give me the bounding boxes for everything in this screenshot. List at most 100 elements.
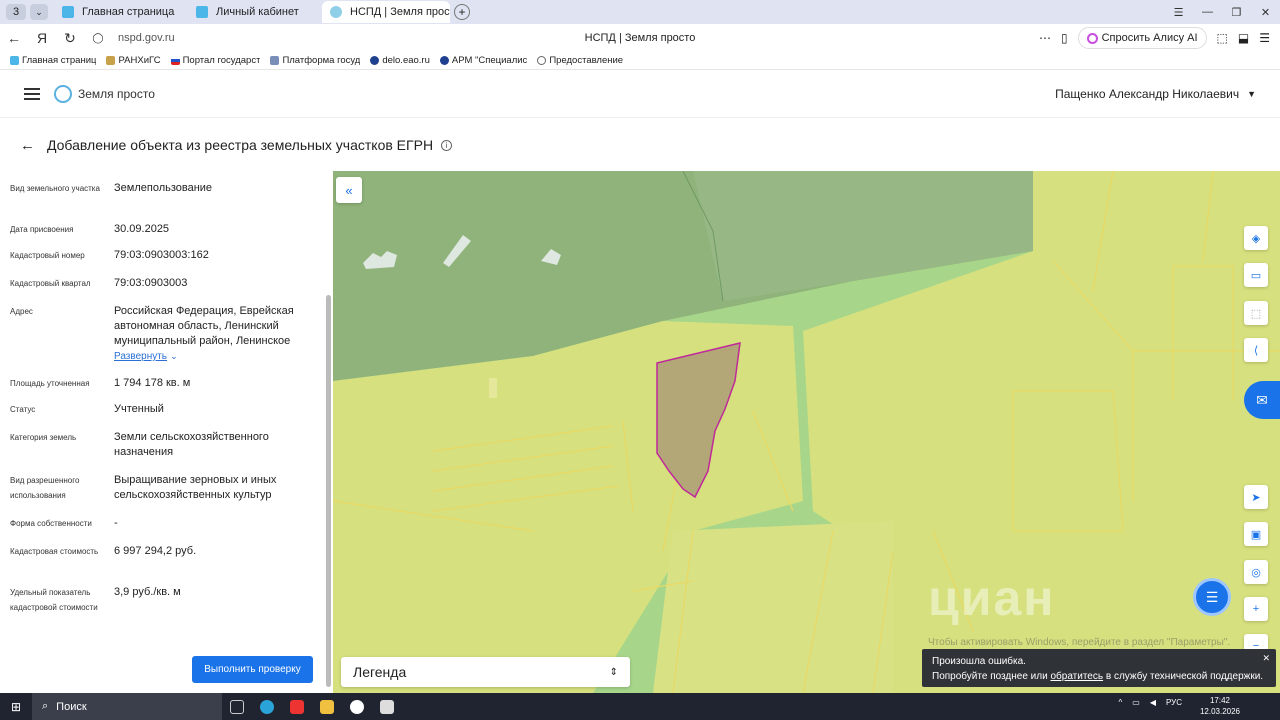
map-view[interactable]: « ◈ ▭ ⬚ ⟨ ✉ ➤ ▣ ◎ + − ☰ циан Чтобы актив… bbox=[333, 171, 1280, 693]
toast-text: Попробуйте позднее или обратитесь в служ… bbox=[932, 669, 1266, 684]
support-link[interactable]: обратитесь bbox=[1050, 671, 1103, 682]
tab-title: НСПД | Земля просто bbox=[350, 6, 450, 18]
tab-counter[interactable]: 3 bbox=[6, 4, 26, 20]
property-value: 3,9 руб./кв. м bbox=[114, 586, 181, 598]
yandex-icon[interactable]: Я bbox=[28, 30, 56, 46]
bookmark-item[interactable]: АРМ "Специалис bbox=[439, 55, 527, 66]
page-title-row: ← Добавление объекта из реестра земельны… bbox=[0, 119, 1280, 171]
windows-taskbar: ⊞ ⌕ Поиск ^ ▭ ◀ РУС 17:42 12.03.2026 bbox=[0, 693, 1280, 720]
address-bar: ← Я ↻ ◯ nspd.gov.ru НСПД | Земля просто … bbox=[0, 24, 1280, 52]
toast-text-before: Попробуйте позднее или bbox=[932, 671, 1051, 682]
support-widget-icon[interactable]: ✉ bbox=[1244, 381, 1280, 419]
tray-chevron-icon[interactable]: ^ bbox=[1118, 698, 1122, 707]
bookmark-icon[interactable]: ▯ bbox=[1061, 31, 1068, 45]
calculator-icon[interactable] bbox=[372, 699, 402, 714]
layers-icon[interactable]: ◈ bbox=[1244, 226, 1268, 250]
bookmark-item[interactable]: Портал государст bbox=[170, 55, 261, 66]
expand-link[interactable]: Развернуть ⌄ bbox=[114, 349, 310, 364]
location-icon[interactable]: ◎ bbox=[1244, 560, 1268, 584]
run-check-button[interactable]: Выполнить проверку bbox=[192, 656, 313, 683]
bookmark-list-icon[interactable]: ☰ bbox=[1164, 6, 1193, 19]
back-arrow-icon[interactable]: ← bbox=[20, 137, 35, 154]
back-icon[interactable]: ← bbox=[0, 30, 28, 46]
taskbar-search[interactable]: ⌕ Поиск bbox=[32, 693, 222, 720]
search-label: Поиск bbox=[56, 700, 87, 713]
bookmark-favicon-icon bbox=[537, 56, 547, 65]
shield-icon[interactable]: ◯ bbox=[84, 33, 112, 44]
picture-in-picture-icon[interactable]: ▣ bbox=[1244, 522, 1268, 546]
downloads-icon[interactable]: ⬓ bbox=[1238, 31, 1249, 45]
yandex-app-icon[interactable] bbox=[282, 699, 312, 714]
bookmark-label: Главная страниц bbox=[22, 55, 97, 66]
bookmarks-bar: Главная страниц РАНХиГС Портал государст… bbox=[0, 52, 1280, 70]
menu-icon[interactable]: ☰ bbox=[1259, 31, 1270, 45]
field-plot bbox=[489, 378, 497, 398]
hamburger-menu-icon[interactable] bbox=[24, 87, 40, 100]
search-icon: ⌕ bbox=[42, 700, 49, 712]
property-label: Кадастровый квартал bbox=[10, 279, 91, 288]
user-menu[interactable]: Пащенко Александр Николаевич ▼ bbox=[1055, 87, 1256, 101]
keyboard-language[interactable]: РУС bbox=[1166, 698, 1182, 707]
scrollbar-thumb[interactable] bbox=[326, 295, 331, 687]
object-properties-panel: Вид земельного участка Землепользование … bbox=[0, 171, 333, 693]
file-explorer-icon[interactable] bbox=[312, 699, 342, 714]
bookmark-item[interactable]: Предоставление bbox=[537, 55, 623, 66]
tab-favicon-icon bbox=[330, 6, 342, 18]
collapse-panel-button[interactable]: « bbox=[336, 177, 362, 203]
more-icon[interactable]: ⋯ bbox=[1039, 31, 1051, 45]
restore-icon[interactable]: ❐ bbox=[1222, 6, 1251, 19]
bookmark-item[interactable]: delo.eao.ru bbox=[370, 55, 430, 66]
close-window-icon[interactable]: ✕ bbox=[1251, 6, 1280, 19]
bookmark-item[interactable]: Главная страниц bbox=[10, 55, 96, 66]
bookmark-label: Портал государст bbox=[182, 55, 261, 66]
chevron-down-icon[interactable]: ⌄ bbox=[30, 4, 48, 20]
property-label: Форма собственности bbox=[10, 519, 92, 528]
browser-tab[interactable]: Личный кабинет bbox=[188, 1, 316, 23]
alisa-icon bbox=[1086, 32, 1098, 44]
navigate-icon[interactable]: ➤ bbox=[1244, 485, 1268, 509]
property-label: Кадастровый номер bbox=[10, 251, 85, 260]
property-value: - bbox=[114, 517, 118, 529]
bookmark-item[interactable]: РАНХиГС bbox=[106, 55, 161, 66]
yandex-browser-icon[interactable] bbox=[342, 699, 372, 714]
property-value: Земли сельскохозяйственного назначения bbox=[114, 431, 269, 458]
property-label: Вид разрешенного использования bbox=[10, 476, 80, 500]
ruler-icon[interactable]: ▭ bbox=[1244, 263, 1268, 287]
browser-tab[interactable]: Главная страница bbox=[54, 1, 182, 23]
taskbar-clock[interactable]: 17:42 12.03.2026 bbox=[1200, 695, 1240, 717]
bookmark-label: Платформа госуд bbox=[282, 55, 361, 66]
browser-tab-active[interactable]: НСПД | Земля просто✕ bbox=[322, 1, 450, 23]
error-toast: Произошла ошибка. Попробуйте позднее или… bbox=[922, 649, 1276, 687]
property-value: 6 997 294,2 руб. bbox=[114, 545, 197, 557]
info-icon[interactable]: i bbox=[441, 139, 453, 151]
property-value: Учтенный bbox=[114, 403, 164, 415]
close-icon[interactable]: ✕ bbox=[1262, 651, 1270, 666]
new-tab-button[interactable]: + bbox=[454, 4, 470, 20]
edge-icon[interactable] bbox=[252, 699, 282, 714]
share-icon[interactable]: ⟨ bbox=[1244, 338, 1268, 362]
zoom-in-icon[interactable]: + bbox=[1244, 597, 1268, 621]
network-icon[interactable]: ▭ bbox=[1132, 698, 1140, 707]
reload-icon[interactable]: ↻ bbox=[56, 30, 84, 47]
user-name: Пащенко Александр Николаевич bbox=[1055, 87, 1240, 101]
caret-down-icon: ▼ bbox=[1247, 89, 1256, 99]
windows-start-icon[interactable]: ⊞ bbox=[0, 700, 32, 714]
toast-text-after: в службу технической поддержки. bbox=[1103, 671, 1264, 682]
select-area-icon[interactable]: ⬚ bbox=[1244, 301, 1268, 325]
extensions-icon[interactable]: ⬚ bbox=[1217, 31, 1228, 45]
task-view-icon[interactable] bbox=[222, 699, 252, 714]
alisa-button[interactable]: Спросить Алису AI bbox=[1077, 27, 1207, 49]
app-name[interactable]: Земля просто bbox=[78, 87, 155, 101]
chat-icon[interactable]: ☰ bbox=[1193, 578, 1231, 616]
property-value: 1 794 178 кв. м bbox=[114, 377, 191, 389]
bookmark-item[interactable]: Платформа госуд bbox=[270, 55, 360, 66]
panel-scrollbar[interactable] bbox=[325, 177, 331, 689]
map-canvas[interactable] bbox=[333, 171, 1280, 693]
minimize-icon[interactable]: — bbox=[1193, 6, 1222, 18]
browser-tab-bar: 3 ⌄ Главная страница Личный кабинет НСПД… bbox=[0, 0, 1280, 24]
volume-icon[interactable]: ◀ bbox=[1150, 698, 1156, 707]
bookmark-favicon-icon bbox=[270, 56, 280, 65]
app-logo-icon[interactable] bbox=[54, 84, 72, 103]
url-field[interactable]: nspd.gov.ru bbox=[118, 32, 175, 44]
legend-select[interactable]: Легенда ⇕ bbox=[341, 657, 630, 687]
